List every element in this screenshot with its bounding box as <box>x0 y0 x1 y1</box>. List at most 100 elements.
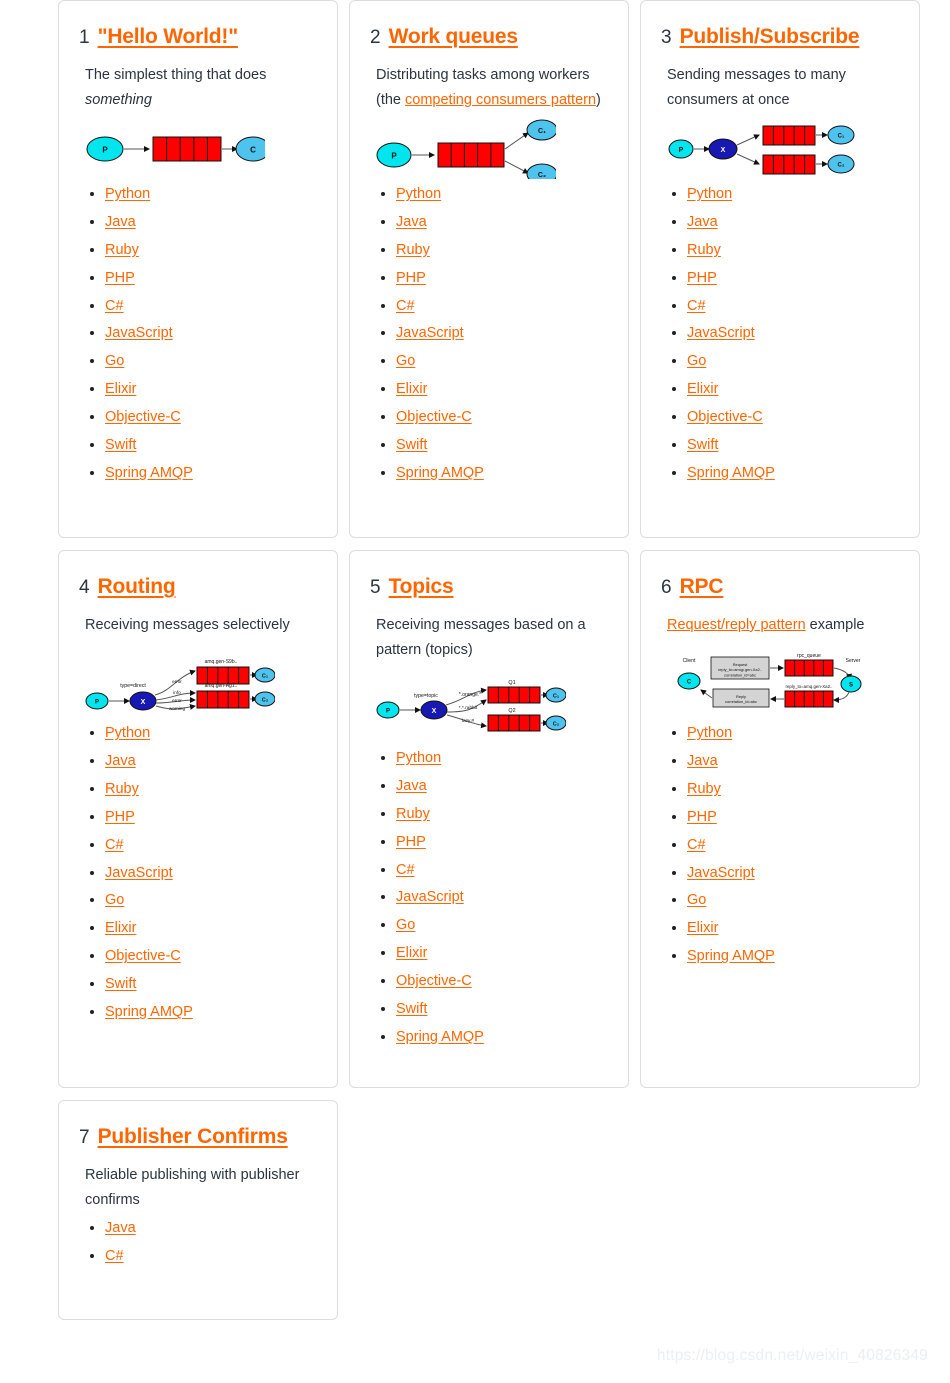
svg-text:Q1: Q1 <box>508 680 515 686</box>
language-link[interactable]: Python <box>396 186 441 202</box>
list-item: Objective-C <box>105 409 317 426</box>
list-item: Swift <box>396 437 608 454</box>
language-link[interactable]: Spring AMQP <box>687 465 775 481</box>
card-title-link[interactable]: Routing <box>98 575 176 598</box>
language-link[interactable]: Objective-C <box>396 973 472 989</box>
language-link[interactable]: C# <box>687 298 706 314</box>
language-link[interactable]: Go <box>396 917 415 933</box>
language-link[interactable]: Python <box>396 750 441 766</box>
language-link[interactable]: Elixir <box>687 920 718 936</box>
language-link[interactable]: Spring AMQP <box>105 465 193 481</box>
publish-subscribe-diagram-wrapper: P X X C₁ C₂ <box>667 121 899 177</box>
language-link[interactable]: Ruby <box>396 242 430 258</box>
card-title-link[interactable]: "Hello World!" <box>98 25 239 48</box>
list-item: PHP <box>105 270 317 287</box>
routing-diagram: P Xtype=direct error info error warning amq.ge… <box>85 659 275 711</box>
language-link[interactable]: Spring AMQP <box>105 1004 193 1020</box>
language-link[interactable]: PHP <box>687 270 717 286</box>
language-link[interactable]: PHP <box>396 270 426 286</box>
svg-text:S: S <box>849 682 853 688</box>
language-link[interactable]: Go <box>105 892 124 908</box>
card-title-link[interactable]: RPC <box>680 575 724 598</box>
language-link[interactable]: Java <box>105 1220 136 1236</box>
language-link[interactable]: Python <box>105 186 150 202</box>
language-link[interactable]: Swift <box>105 437 136 453</box>
language-link[interactable]: C# <box>396 862 415 878</box>
svg-text:X: X <box>432 708 437 715</box>
language-link[interactable]: Java <box>396 214 427 230</box>
list-item: Swift <box>396 1001 608 1018</box>
language-link[interactable]: PHP <box>396 834 426 850</box>
language-link[interactable]: JavaScript <box>105 325 173 341</box>
description-text: Receiving messages selectively <box>85 616 290 633</box>
card-title-link[interactable]: Publisher Confirms <box>98 1125 288 1148</box>
card-title-link[interactable]: Work queues <box>389 25 518 48</box>
language-link[interactable]: C# <box>105 837 124 853</box>
language-link[interactable]: Elixir <box>687 381 718 397</box>
language-link[interactable]: Python <box>687 186 732 202</box>
card-description: Reliable publishing with publisher confi… <box>85 1163 317 1213</box>
language-link[interactable]: Java <box>105 214 136 230</box>
description-link[interactable]: Request/reply pattern <box>667 617 806 633</box>
language-link[interactable]: JavaScript <box>396 325 464 341</box>
language-link[interactable]: C# <box>396 298 415 314</box>
language-link[interactable]: PHP <box>105 270 135 286</box>
language-link[interactable]: Swift <box>105 976 136 992</box>
list-item: Ruby <box>396 242 608 259</box>
language-link[interactable]: Ruby <box>105 781 139 797</box>
language-link[interactable]: Spring AMQP <box>396 465 484 481</box>
language-link[interactable]: C# <box>105 1248 124 1264</box>
svg-text:info: info <box>173 690 181 695</box>
language-link[interactable]: Ruby <box>687 781 721 797</box>
list-item: Java <box>687 214 899 231</box>
language-link[interactable]: Go <box>396 353 415 369</box>
language-link[interactable]: Ruby <box>105 242 139 258</box>
language-link[interactable]: Swift <box>687 437 718 453</box>
list-item: Elixir <box>687 920 899 937</box>
svg-text:*.*.rabbit: *.*.rabbit <box>459 705 478 711</box>
language-link[interactable]: Java <box>396 778 427 794</box>
language-link[interactable]: Python <box>687 725 732 741</box>
language-link[interactable]: Objective-C <box>396 409 472 425</box>
language-link[interactable]: JavaScript <box>105 865 173 881</box>
language-link[interactable]: Java <box>687 214 718 230</box>
svg-text:amq.gen-Ag1..: amq.gen-Ag1.. <box>205 683 238 689</box>
language-link[interactable]: JavaScript <box>687 865 755 881</box>
language-link[interactable]: Objective-C <box>687 409 763 425</box>
list-item: C# <box>687 837 899 854</box>
list-item: Ruby <box>396 806 608 823</box>
language-link[interactable]: Elixir <box>396 945 427 961</box>
svg-text:type=direct: type=direct <box>120 683 146 689</box>
language-link[interactable]: Spring AMQP <box>396 1029 484 1045</box>
language-link[interactable]: C# <box>687 837 706 853</box>
language-link[interactable]: Spring AMQP <box>687 948 775 964</box>
language-link[interactable]: Java <box>105 753 136 769</box>
language-link[interactable]: Elixir <box>105 381 136 397</box>
language-link[interactable]: Swift <box>396 437 427 453</box>
language-link[interactable]: PHP <box>687 809 717 825</box>
language-link[interactable]: Go <box>105 353 124 369</box>
language-link[interactable]: Objective-C <box>105 409 181 425</box>
language-link[interactable]: PHP <box>105 809 135 825</box>
language-link[interactable]: Go <box>687 892 706 908</box>
language-link[interactable]: Ruby <box>687 242 721 258</box>
card-title-link[interactable]: Topics <box>389 575 454 598</box>
card-number: 5 <box>370 577 381 598</box>
language-link[interactable]: Go <box>687 353 706 369</box>
language-link[interactable]: Objective-C <box>105 948 181 964</box>
description-link[interactable]: competing consumers pattern <box>405 92 596 108</box>
svg-text:C₂: C₂ <box>538 172 546 179</box>
work-queues-diagram-wrapper: P C₁ C₂ <box>376 119 608 179</box>
language-link[interactable]: JavaScript <box>396 889 464 905</box>
language-link[interactable]: Elixir <box>396 381 427 397</box>
language-link[interactable]: Ruby <box>396 806 430 822</box>
work-queues-diagram: P C₁ C₂ <box>376 119 556 179</box>
language-link[interactable]: Python <box>105 725 150 741</box>
language-link[interactable]: Java <box>687 753 718 769</box>
language-link[interactable]: JavaScript <box>687 325 755 341</box>
language-link[interactable]: Elixir <box>105 920 136 936</box>
svg-text:correlation_id=abc: correlation_id=abc <box>724 672 756 677</box>
language-link[interactable]: Swift <box>396 1001 427 1017</box>
language-link[interactable]: C# <box>105 298 124 314</box>
card-title-link[interactable]: Publish/Subscribe <box>680 25 860 48</box>
